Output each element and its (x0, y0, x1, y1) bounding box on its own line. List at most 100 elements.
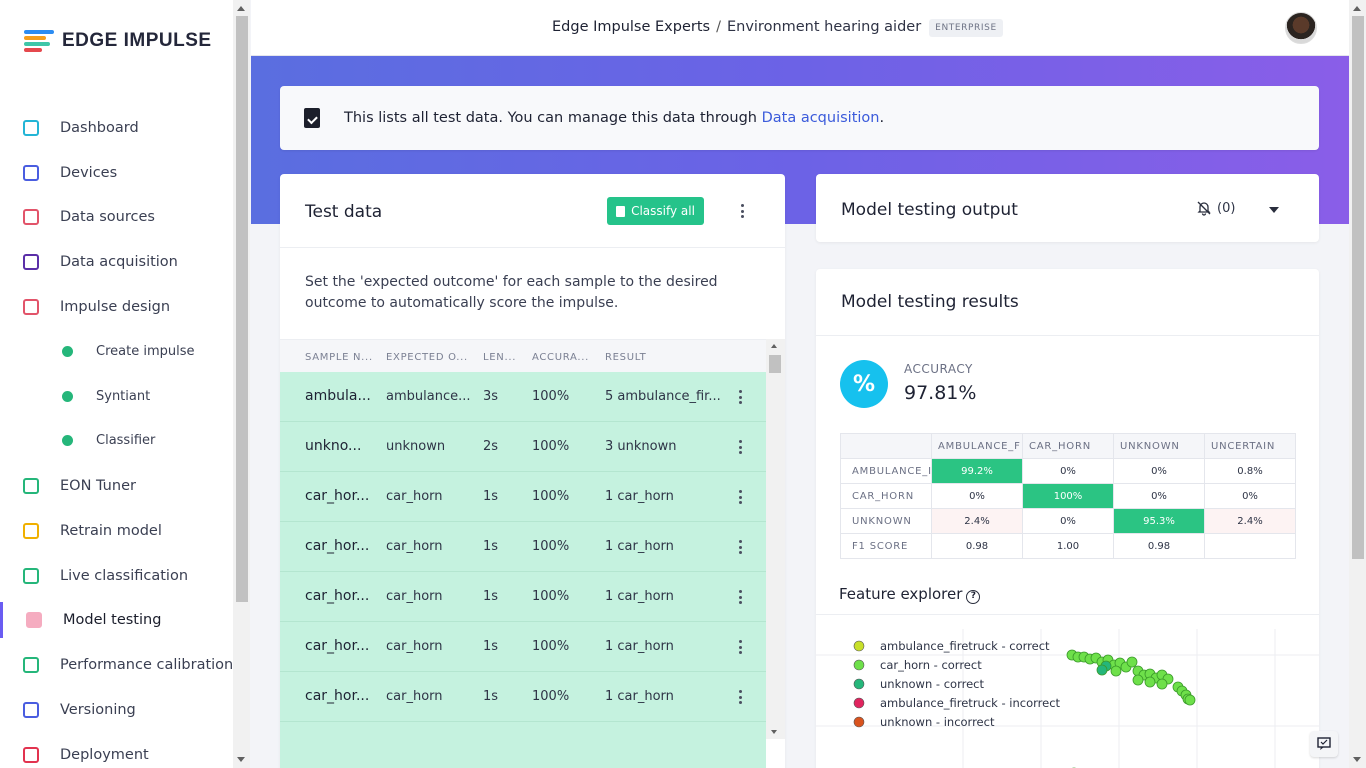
table-row[interactable] (280, 722, 766, 768)
plot-point[interactable] (1096, 664, 1108, 676)
cell-length: 1s (483, 539, 499, 554)
sidebar-item-syntiant[interactable]: Syntiant (0, 378, 233, 414)
row-menu-icon[interactable] (739, 640, 743, 654)
sidebar-scroll-up-icon[interactable] (237, 6, 245, 11)
row-menu-icon[interactable] (739, 490, 743, 504)
matrix-column-header: UNCERTAIN (1204, 433, 1296, 459)
plot-point[interactable] (1144, 676, 1156, 688)
matrix-cell: 0% (1113, 483, 1205, 509)
sidebar-item-classifier[interactable]: Classifier (0, 422, 233, 458)
matrix-row-header: F1 SCORE (840, 533, 932, 559)
chevron-down-icon[interactable] (1269, 207, 1279, 213)
table-scroll-down-icon[interactable] (771, 730, 777, 734)
cell-result: 1 car_horn (605, 489, 674, 504)
matrix-cell: 0% (1022, 508, 1114, 534)
column-header-length[interactable]: LEN... (483, 352, 516, 363)
avatar[interactable] (1285, 12, 1317, 44)
test-data-card: Test data Classify all Set the 'expected… (280, 174, 785, 768)
row-menu-icon[interactable] (739, 540, 743, 554)
sidebar-scroll-down-icon[interactable] (237, 757, 245, 762)
sidebar-item-retrain-model[interactable]: Retrain model (0, 513, 233, 549)
sidebar-item-label: Retrain model (60, 523, 162, 539)
chat-icon[interactable] (1310, 731, 1338, 757)
matrix-cell: 0% (1113, 458, 1205, 484)
divider (280, 247, 785, 248)
plot-point[interactable] (1184, 694, 1196, 706)
plot-point[interactable] (1126, 656, 1138, 668)
table-row[interactable]: car_hor... car_horn 1s 100% 1 car_horn (280, 622, 766, 672)
row-menu-icon[interactable] (739, 390, 743, 404)
bell-off-icon[interactable] (1196, 200, 1212, 216)
column-header-result[interactable]: RESULT (605, 352, 646, 363)
sidebar-item-data-sources[interactable]: Data sources (0, 199, 233, 235)
cell-expected: unknown (386, 439, 446, 454)
sidebar-item-dashboard[interactable]: Dashboard (0, 110, 233, 146)
data-acquisition-link[interactable]: Data acquisition (762, 110, 880, 126)
table-scrollbar[interactable] (766, 339, 785, 739)
table-row[interactable]: unkno... unknown 2s 100% 3 unknown (280, 422, 766, 472)
plot-points (1066, 649, 1196, 768)
matrix-cell: 1.00 (1022, 533, 1114, 559)
matrix-column-header: AMBULANCE_F (931, 433, 1023, 459)
sidebar-item-performance-calibration[interactable]: Performance calibration (0, 647, 233, 683)
classify-all-button[interactable]: Classify all (607, 197, 704, 225)
sidebar-item-versioning[interactable]: Versioning (0, 692, 233, 728)
page-scroll-up-icon[interactable] (1353, 6, 1361, 11)
row-menu-icon[interactable] (739, 690, 743, 704)
monitor-icon (23, 120, 39, 136)
plot-point[interactable] (1156, 678, 1168, 690)
sidebar-item-live-classification[interactable]: Live classification (0, 558, 233, 594)
cell-name: car_hor... (305, 538, 370, 554)
help-icon[interactable]: ? (966, 590, 981, 604)
edge-impulse-logo[interactable]: EDGE IMPULSE (24, 30, 212, 52)
logo-bars-icon (24, 30, 54, 52)
column-header-expected-outcome[interactable]: EXPECTED O... (386, 352, 468, 363)
sidebar-item-devices[interactable]: Devices (0, 155, 233, 191)
brand-name: EDGE IMPULSE (62, 30, 212, 51)
sidebar-item-eon-tuner[interactable]: EON Tuner (0, 468, 233, 504)
column-header-accuracy[interactable]: ACCURA... (532, 352, 589, 363)
sidebar-item-data-acquisition[interactable]: Data acquisition (0, 244, 233, 280)
legend-label: ambulance_firetruck - incorrect (880, 696, 1061, 710)
feature-explorer-plot[interactable]: ambulance_firetruck - correct car_horn - … (816, 629, 1319, 768)
row-menu-icon[interactable] (739, 440, 743, 454)
table-scrollbar-thumb[interactable] (769, 355, 781, 373)
box-icon (23, 747, 39, 763)
cell-accuracy: 100% (532, 639, 570, 654)
table-row[interactable]: car_hor... car_horn 1s 100% 1 car_horn (280, 572, 766, 622)
cell-accuracy: 100% (532, 539, 570, 554)
table-row[interactable]: car_hor... car_horn 1s 100% 1 car_horn (280, 472, 766, 522)
cell-result: 5 ambulance_fir... (605, 389, 721, 404)
cell-result: 1 car_horn (605, 539, 674, 554)
results-title: Model testing results (841, 292, 1019, 312)
column-header-sample-name[interactable]: SAMPLE N... (305, 352, 373, 363)
row-menu-icon[interactable] (739, 590, 743, 604)
sidebar-scrollbar-thumb[interactable] (236, 16, 248, 602)
sidebar-item-impulse-design[interactable]: Impulse design (0, 289, 233, 325)
test-data-title: Test data (305, 202, 383, 222)
plot-point[interactable] (1132, 674, 1144, 686)
breadcrumb: Edge Impulse Experts / Environment hearing… (552, 19, 1003, 37)
matrix-cell: 99.2% (931, 458, 1023, 484)
matrix-cell (1204, 533, 1296, 559)
status-dot-icon (62, 435, 73, 446)
page-scrollbar-thumb[interactable] (1352, 16, 1364, 559)
breadcrumb-org[interactable]: Edge Impulse Experts (552, 19, 710, 35)
test-data-menu-icon[interactable] (741, 204, 745, 218)
table-row[interactable]: car_hor... car_horn 1s 100% 1 car_horn (280, 672, 766, 722)
sidebar-item-deployment[interactable]: Deployment (0, 737, 233, 768)
cell-result: 1 car_horn (605, 589, 674, 604)
sidebar-item-label: Devices (60, 165, 118, 181)
matrix-cell: 0.8% (1204, 458, 1296, 484)
sidebar-item-label: Model testing (63, 612, 162, 628)
plot-point[interactable] (1110, 665, 1122, 677)
page-scroll-down-icon[interactable] (1353, 757, 1361, 762)
breadcrumb-project[interactable]: Environment hearing aider (727, 19, 921, 35)
matrix-cell: 2.4% (1204, 508, 1296, 534)
sidebar-item-model-testing[interactable]: Model testing (0, 602, 233, 638)
table-row[interactable]: ambula... ambulance... 3s 100% 5 ambulance_f… (280, 372, 766, 422)
antenna-icon (23, 568, 39, 584)
sidebar-item-create-impulse[interactable]: Create impulse (0, 333, 233, 369)
table-scroll-up-icon[interactable] (771, 344, 777, 348)
table-row[interactable]: car_hor... car_horn 1s 100% 1 car_horn (280, 522, 766, 572)
